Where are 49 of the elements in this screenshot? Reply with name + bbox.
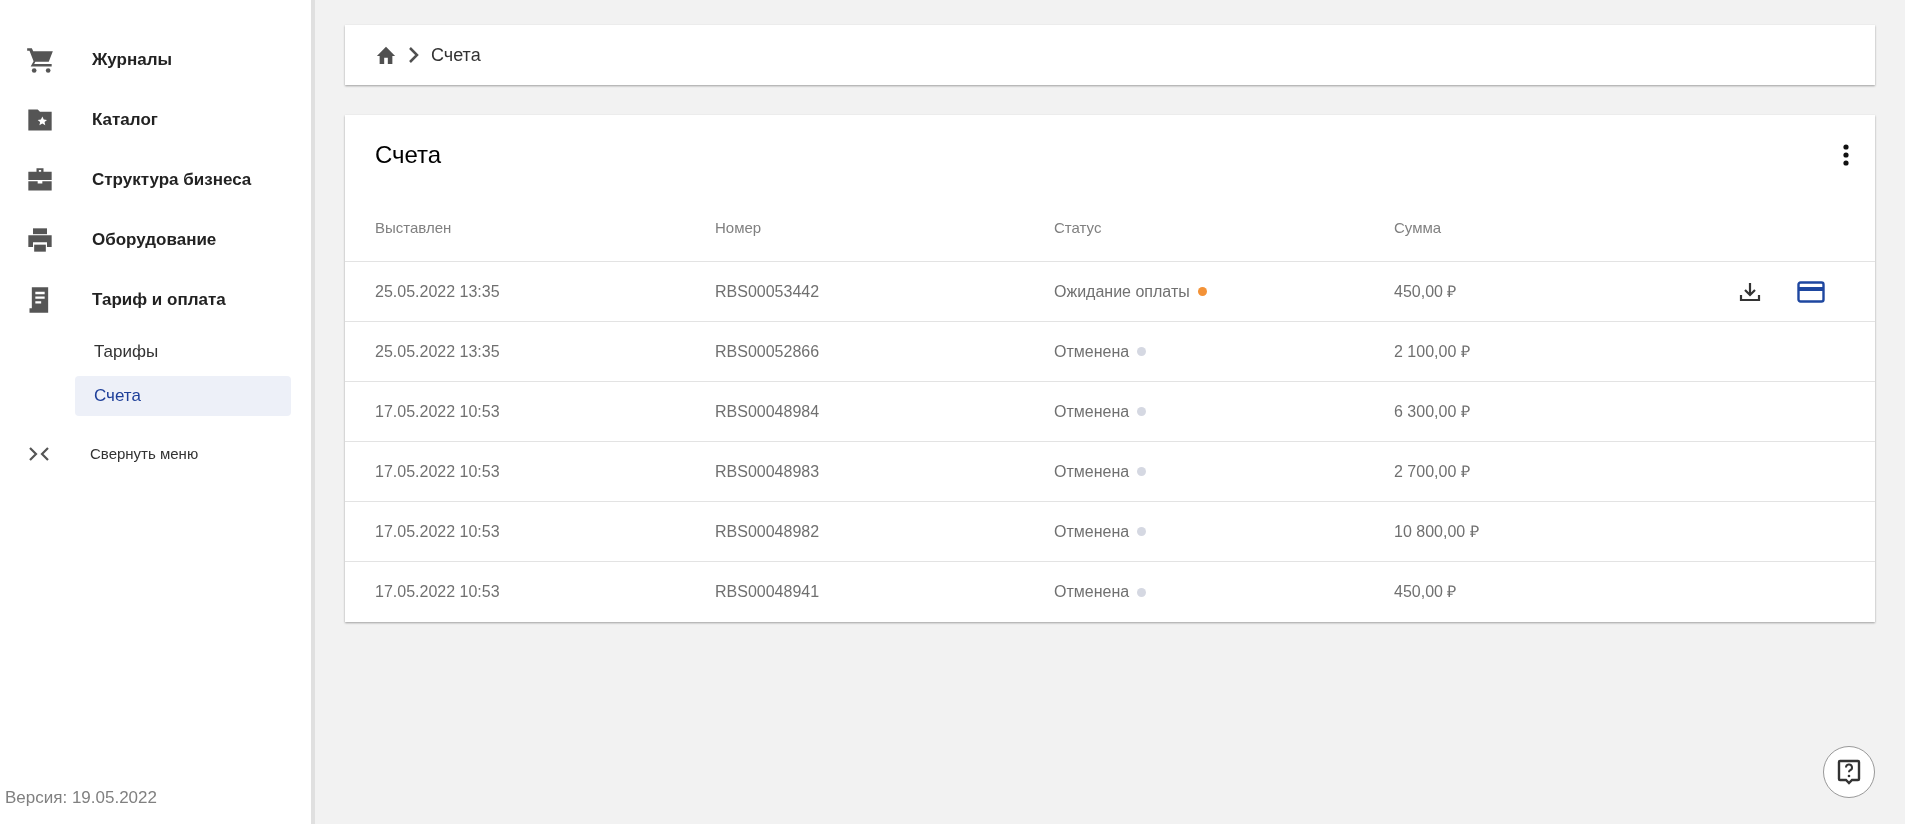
amount-cell-text: 6 300,00 ₽ xyxy=(1394,401,1470,422)
column-header: Выставлен xyxy=(375,217,453,238)
invoice-number-cell-text: RBS00048941 xyxy=(715,582,821,602)
status-text: Отменена xyxy=(1054,341,1130,362)
invoice-number-cell-text: RBS00048983 xyxy=(715,461,821,482)
nav-item-label[interactable]: Оборудование xyxy=(92,227,217,253)
printer-icon xyxy=(26,226,54,254)
collapse-icon[interactable] xyxy=(28,446,50,462)
status-text: Отменена xyxy=(1054,521,1130,542)
invoice-number-cell-text: RBS00053442 xyxy=(715,281,821,302)
chevron-right-icon xyxy=(407,46,421,64)
cart-icon xyxy=(26,46,54,74)
nav-item-label[interactable]: Каталог xyxy=(92,107,158,133)
help-icon xyxy=(1837,759,1861,785)
more-vertical-icon[interactable] xyxy=(1842,143,1850,167)
invoice-number-cell-text: RBS00048984 xyxy=(715,401,821,422)
amount-cell-text: 2 100,00 ₽ xyxy=(1394,341,1470,362)
help-button[interactable] xyxy=(1823,746,1875,798)
status-text: Отменена xyxy=(1054,461,1130,482)
status-text: Ожидание оплаты xyxy=(1054,281,1190,302)
date-cell-text: 17.05.2022 10:53 xyxy=(375,461,501,482)
status-text: Отменена xyxy=(1054,401,1130,422)
collapse-menu-link[interactable]: Свернуть меню xyxy=(90,442,199,466)
date-cell-text: 17.05.2022 10:53 xyxy=(375,582,501,602)
date-cell-text: 25.05.2022 13:35 xyxy=(375,281,501,302)
breadcrumb-current: Счета xyxy=(431,43,481,67)
invoice-number-cell-text: RBS00052866 xyxy=(715,341,821,362)
date-cell-text: 17.05.2022 10:53 xyxy=(375,521,501,542)
credit-card-icon[interactable] xyxy=(1797,280,1825,303)
card-title: Счета xyxy=(375,140,442,170)
briefcase-icon xyxy=(26,166,54,194)
amount-cell-text: 450,00 ₽ xyxy=(1394,281,1457,302)
status-text: Отменена xyxy=(1054,582,1130,602)
column-header: Сумма xyxy=(1394,217,1443,238)
home-icon[interactable] xyxy=(375,45,397,65)
submenu-item[interactable]: Тарифы xyxy=(75,332,291,372)
date-cell-text: 17.05.2022 10:53 xyxy=(375,401,501,422)
column-header: Номер xyxy=(715,217,763,238)
nav-item-label[interactable]: Журналы xyxy=(92,47,173,73)
amount-cell-text: 450,00 ₽ xyxy=(1394,582,1457,602)
version-text: Версия: 19.05.2022 xyxy=(4,786,158,809)
column-header: Статус xyxy=(1054,217,1103,238)
nav-item-label[interactable]: Тариф и оплата xyxy=(92,287,226,313)
invoice-number-cell-text: RBS00048982 xyxy=(715,521,821,542)
nav-item-label[interactable]: Структура бизнеса xyxy=(92,167,252,193)
amount-cell-text: 10 800,00 ₽ xyxy=(1394,521,1479,542)
date-cell-text: 25.05.2022 13:35 xyxy=(375,341,501,362)
amount-cell-text: 2 700,00 ₽ xyxy=(1394,461,1470,482)
submenu-item[interactable]: Счета xyxy=(75,376,291,416)
